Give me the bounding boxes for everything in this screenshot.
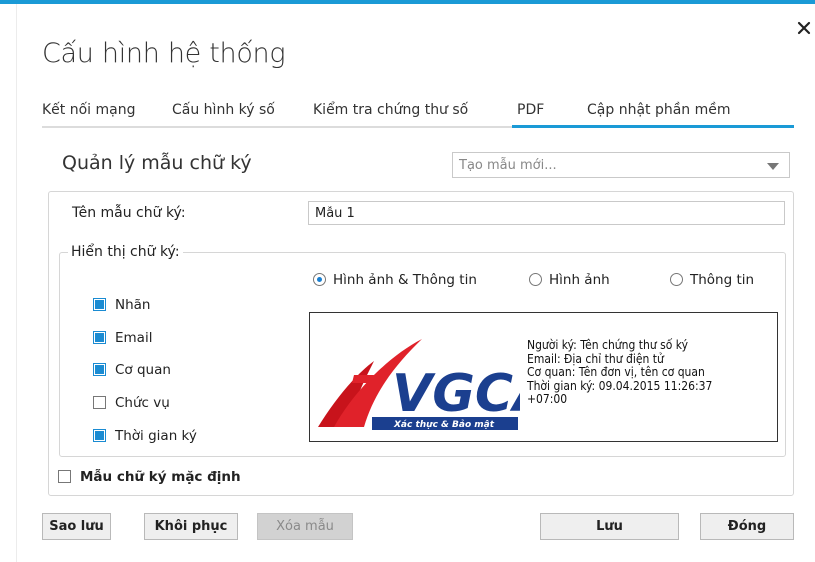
tab-network[interactable]: Kết nối mạng	[42, 102, 136, 118]
checkbox-unchecked-icon	[58, 470, 71, 483]
template-dropdown[interactable]: Tạo mẫu mới...	[452, 152, 790, 178]
radio-unselected-icon	[529, 273, 542, 286]
tab-software-update[interactable]: Cập nhật phần mềm	[587, 102, 731, 118]
close-icon[interactable]	[796, 20, 812, 36]
radio-image-and-info[interactable]: Hình ảnh & Thông tin	[313, 272, 477, 290]
tab-active-indicator	[512, 125, 794, 128]
window-edge	[16, 4, 17, 562]
checkbox-label: Thời gian ký	[115, 428, 197, 444]
checkbox-label: Email	[115, 330, 153, 346]
save-button[interactable]: Lưu	[540, 513, 679, 540]
checkbox-label: Nhãn	[115, 297, 151, 313]
checkbox-organization-field[interactable]: Cơ quan	[93, 362, 171, 380]
display-group-label: Hiển thị chữ ký:	[68, 244, 183, 260]
radio-selected-icon	[313, 273, 326, 286]
preview-email-line: Email: Địa chỉ thư điện tử	[527, 351, 664, 366]
preview-timezone-line: +07:00	[527, 392, 568, 406]
vgca-logo: VGCA Xác thực & Bảo mật	[318, 339, 520, 430]
checkbox-email-field[interactable]: Email	[93, 330, 152, 348]
backup-button[interactable]: Sao lưu	[42, 513, 111, 540]
logo-tagline: Xác thực & Bảo mật	[393, 419, 495, 430]
checkbox-checked-icon	[93, 331, 106, 344]
signature-preview: VGCA Xác thực & Bảo mật Người ký: Tên ch…	[309, 312, 778, 442]
preview-signer-line: Người ký: Tên chứng thư số ký	[527, 338, 688, 352]
radio-unselected-icon	[670, 273, 683, 286]
preview-organization-line: Cơ quan: Tên đơn vị, tên cơ quan	[527, 365, 705, 379]
restore-button[interactable]: Khôi phục	[144, 513, 238, 540]
dialog-title: Cấu hình hệ thống	[42, 38, 286, 69]
radio-image-only[interactable]: Hình ảnh	[529, 272, 610, 290]
chevron-down-icon[interactable]	[767, 163, 779, 170]
default-template-label: Mẫu chữ ký mặc định	[80, 469, 241, 485]
close-button[interactable]: Đóng	[700, 513, 794, 540]
radio-label: Hình ảnh	[549, 272, 610, 288]
preview-time-line: Thời gian ký: 09.04.2015 11:26:37	[527, 378, 713, 393]
checkbox-label: Chức vụ	[115, 395, 170, 411]
default-template-checkbox[interactable]: Mẫu chữ ký mặc định	[58, 469, 241, 485]
top-accent-bar	[0, 0, 815, 4]
checkbox-label: Cơ quan	[115, 362, 171, 378]
checkbox-unchecked-icon	[93, 396, 106, 409]
signature-info: Người ký: Tên chứng thư số ký Email: Địa…	[527, 338, 713, 407]
checkbox-label-field[interactable]: Nhãn	[93, 297, 150, 315]
tab-bar: Kết nối mạng Cấu hình ký số Kiểm tra chứ…	[42, 98, 794, 128]
radio-label: Hình ảnh & Thông tin	[333, 272, 477, 288]
radio-info-only[interactable]: Thông tin	[670, 272, 754, 290]
template-name-label: Tên mẫu chữ ký:	[72, 205, 186, 221]
checkbox-checked-icon	[93, 298, 106, 311]
checkbox-position-field[interactable]: Chức vụ	[93, 395, 170, 413]
logo-text: VGCA	[392, 364, 520, 424]
radio-label: Thông tin	[690, 272, 755, 288]
checkbox-checked-icon	[93, 429, 106, 442]
tab-certificate-check[interactable]: Kiểm tra chứng thư số	[313, 102, 468, 118]
template-dropdown-placeholder: Tạo mẫu mới...	[459, 158, 557, 173]
template-manager-title: Quản lý mẫu chữ ký	[62, 152, 252, 174]
checkbox-signing-time-field[interactable]: Thời gian ký	[93, 428, 197, 446]
tab-signing-config[interactable]: Cấu hình ký số	[172, 102, 275, 118]
tab-pdf[interactable]: PDF	[517, 102, 544, 118]
template-name-input[interactable]	[308, 201, 785, 225]
delete-template-button[interactable]: Xóa mẫu	[257, 513, 353, 540]
checkbox-checked-icon	[93, 363, 106, 376]
